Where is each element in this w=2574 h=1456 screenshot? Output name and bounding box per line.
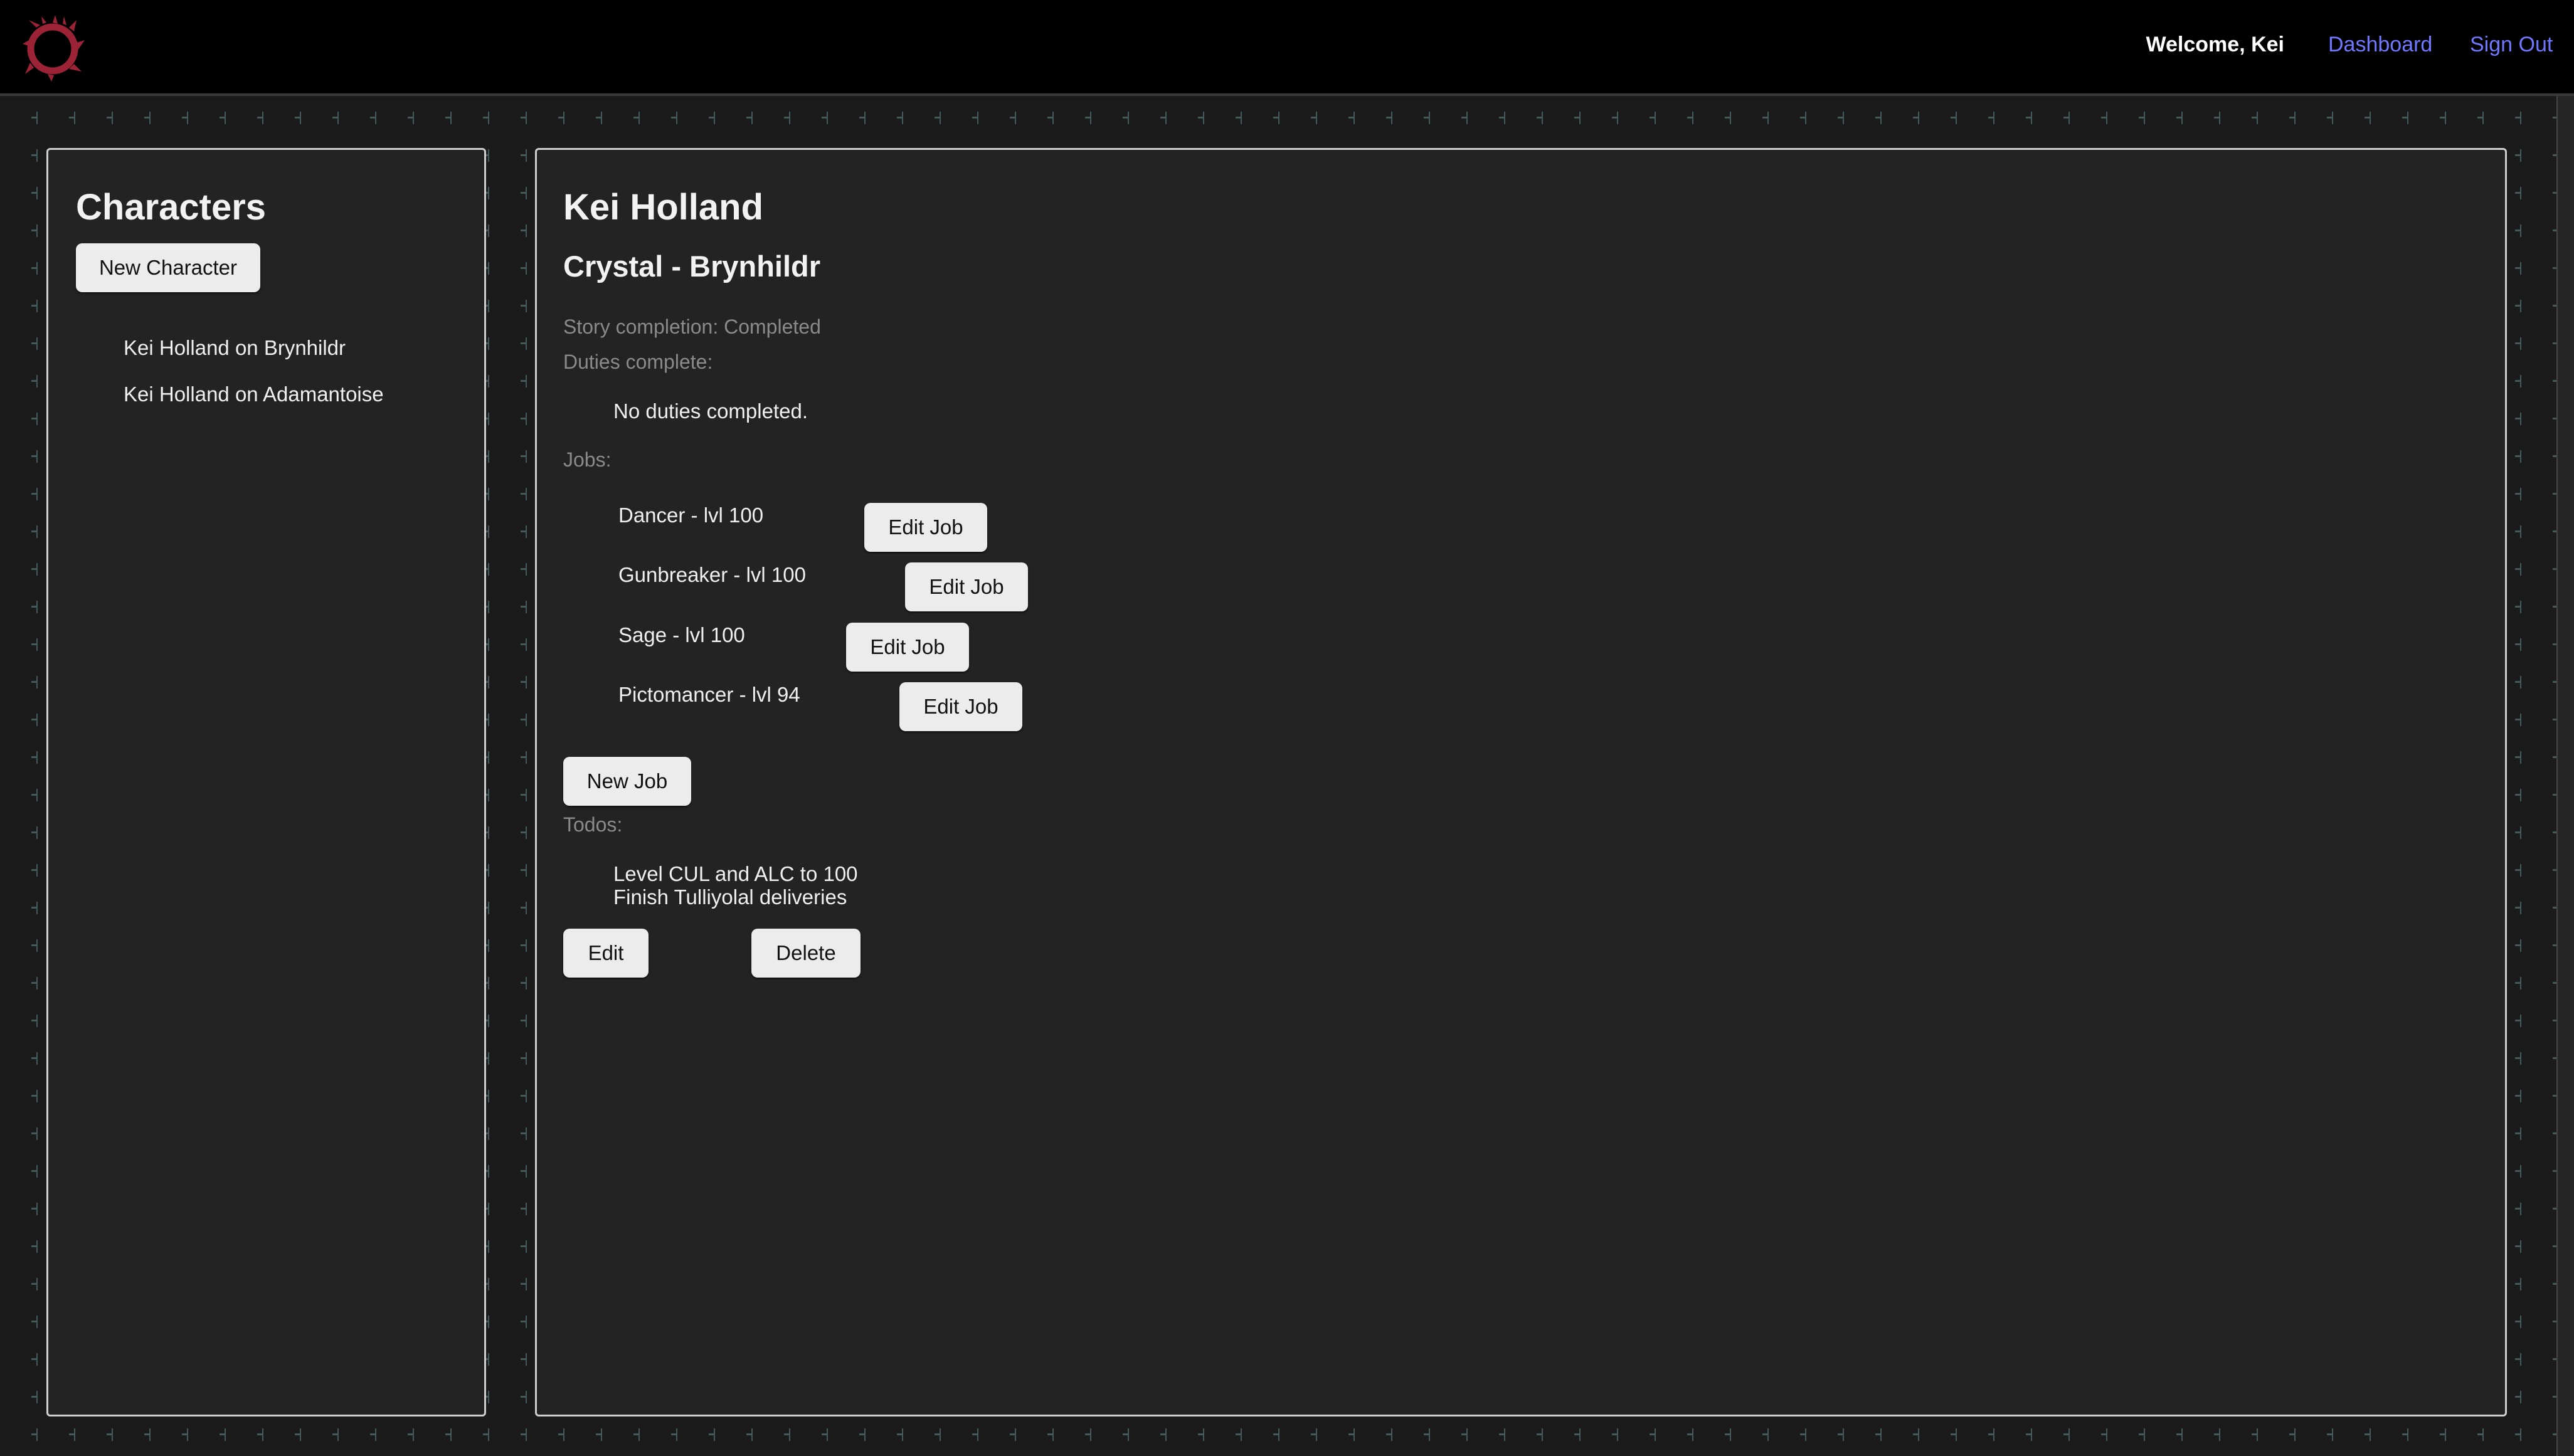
character-name-heading: Kei Holland [563,187,764,228]
characters-panel: Characters New Character Kei Holland on … [46,148,486,1416]
character-list-item[interactable]: Kei Holland on Adamantoise [124,382,384,428]
duties-label: Duties complete: [563,351,713,373]
welcome-text: Welcome, Kei [2146,33,2284,56]
story-completion-text: Story completion: Completed [563,315,821,338]
page-scrollbar[interactable] [2556,96,2574,1456]
edit-job-button-dancer[interactable]: Edit Job [864,503,987,552]
job-item-pictomancer: Pictomancer - lvl 94 [618,683,800,706]
dashboard-link[interactable]: Dashboard [2328,33,2432,57]
edit-job-button-gunbreaker[interactable]: Edit Job [905,562,1028,611]
duties-empty-text: No duties completed. [613,399,808,423]
job-item-dancer: Dancer - lvl 100 [618,504,764,527]
delete-character-button[interactable]: Delete [751,929,861,978]
character-list: Kei Holland on Brynhildr Kei Holland on … [124,335,384,428]
new-job-button[interactable]: New Job [563,757,691,806]
todo-item: Finish Tulliyolal deliveries [613,885,847,909]
characters-heading: Characters [76,187,267,228]
meteor-logo-icon[interactable] [23,14,85,82]
job-item-gunbreaker: Gunbreaker - lvl 100 [618,563,806,586]
character-server-heading: Crystal - Brynhildr [563,250,821,283]
sign-out-link[interactable]: Sign Out [2470,33,2553,57]
jobs-label: Jobs: [563,448,612,471]
top-navbar: Welcome, Kei Dashboard Sign Out [0,0,2574,96]
edit-job-button-pictomancer[interactable]: Edit Job [899,682,1022,731]
todo-item: Level CUL and ALC to 100 [613,862,858,885]
new-character-button[interactable]: New Character [76,243,260,292]
character-detail-panel: Kei Holland Crystal - Brynhildr Story co… [535,148,2507,1416]
edit-job-button-sage[interactable]: Edit Job [846,623,969,672]
character-list-item[interactable]: Kei Holland on Brynhildr [124,335,384,382]
todos-label: Todos: [563,813,623,836]
job-item-sage: Sage - lvl 100 [618,623,745,646]
edit-character-button[interactable]: Edit [563,929,649,978]
